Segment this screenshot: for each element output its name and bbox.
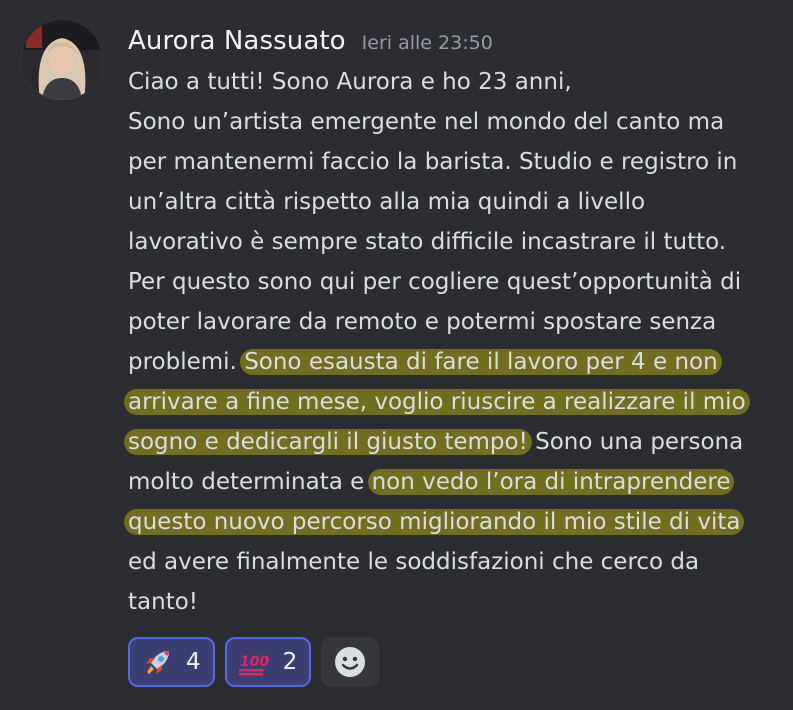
message-text: problemi. [128,349,245,375]
message-line: Per questo sono qui per cogliere quest’o… [128,262,778,302]
hundred-points-icon: 100 [238,646,271,678]
message-line: arrivare a fine mese, voglio riuscire a … [124,382,778,422]
message-line: ed avere finalmente le soddisfazioni che… [128,542,778,582]
message-text: poter lavorare da remoto e potermi spost… [128,309,717,335]
highlighted-text: Sono esausta di fare il lavoro per 4 e n… [240,349,722,375]
message-text: lavorativo è sempre stato difficile inca… [128,229,727,255]
message-line: molto determinata e non vedo l’ora di in… [128,462,778,502]
reactions-bar: 4 100 2 [128,637,380,687]
message-line: poter lavorare da remoto e potermi spost… [128,302,778,342]
reaction-hundred-points[interactable]: 100 2 [224,637,312,687]
reaction-count: 4 [186,649,201,675]
highlighted-text: non vedo l’ora di intraprendere [367,469,735,495]
message-line: lavorativo è sempre stato difficile inca… [128,222,778,262]
smiley-icon [335,647,366,677]
message-text: Ciao a tutti! Sono Aurora e ho 23 anni, [128,69,572,95]
avatar[interactable] [22,20,102,100]
username[interactable]: Aurora Nassuato [128,26,346,56]
add-reaction-button[interactable] [321,637,380,687]
message-text: tanto! [128,589,198,615]
message-header: Aurora Nassuato Ieri alle 23:50 [128,26,493,56]
rocket-icon [142,646,174,678]
message-line: tanto! [128,582,778,622]
message-text: per mantenermi faccio la barista. Studio… [128,149,738,175]
message-line: Sono un’artista emergente nel mondo del … [128,102,778,142]
svg-text:100: 100 [240,654,269,670]
message-line: Ciao a tutti! Sono Aurora e ho 23 anni, [128,62,778,102]
timestamp[interactable]: Ieri alle 23:50 [362,32,493,54]
message-line: un’altra città rispetto alla mia quindi … [128,182,778,222]
message-text: un’altra città rispetto alla mia quindi … [128,189,646,215]
message-text: Per questo sono qui per cogliere quest’o… [128,269,742,295]
reaction-rocket[interactable]: 4 [128,637,215,687]
message-line: per mantenermi faccio la barista. Studio… [128,142,778,182]
message-line: sogno e dedicargli il giusto tempo! Sono… [124,422,778,462]
highlighted-text: questo nuovo percorso migliorando il mio… [124,509,745,535]
message-text: Sono un’artista emergente nel mondo del … [128,109,725,135]
reaction-count: 2 [282,649,298,675]
message-line: questo nuovo percorso migliorando il mio… [124,502,778,542]
highlighted-text: arrivare a fine mese, voglio riuscire a … [124,389,750,415]
message-content: Ciao a tutti! Sono Aurora e ho 23 anni, S… [124,62,778,622]
highlighted-text: sogno e dedicargli il giusto tempo! [124,429,532,455]
message-text: molto determinata e [128,469,372,495]
message-line: problemi. Sono esausta di fare il lavoro… [128,342,778,382]
message-text: ed avere finalmente le soddisfazioni che… [128,549,700,575]
message-text: Sono una persona [527,429,744,455]
